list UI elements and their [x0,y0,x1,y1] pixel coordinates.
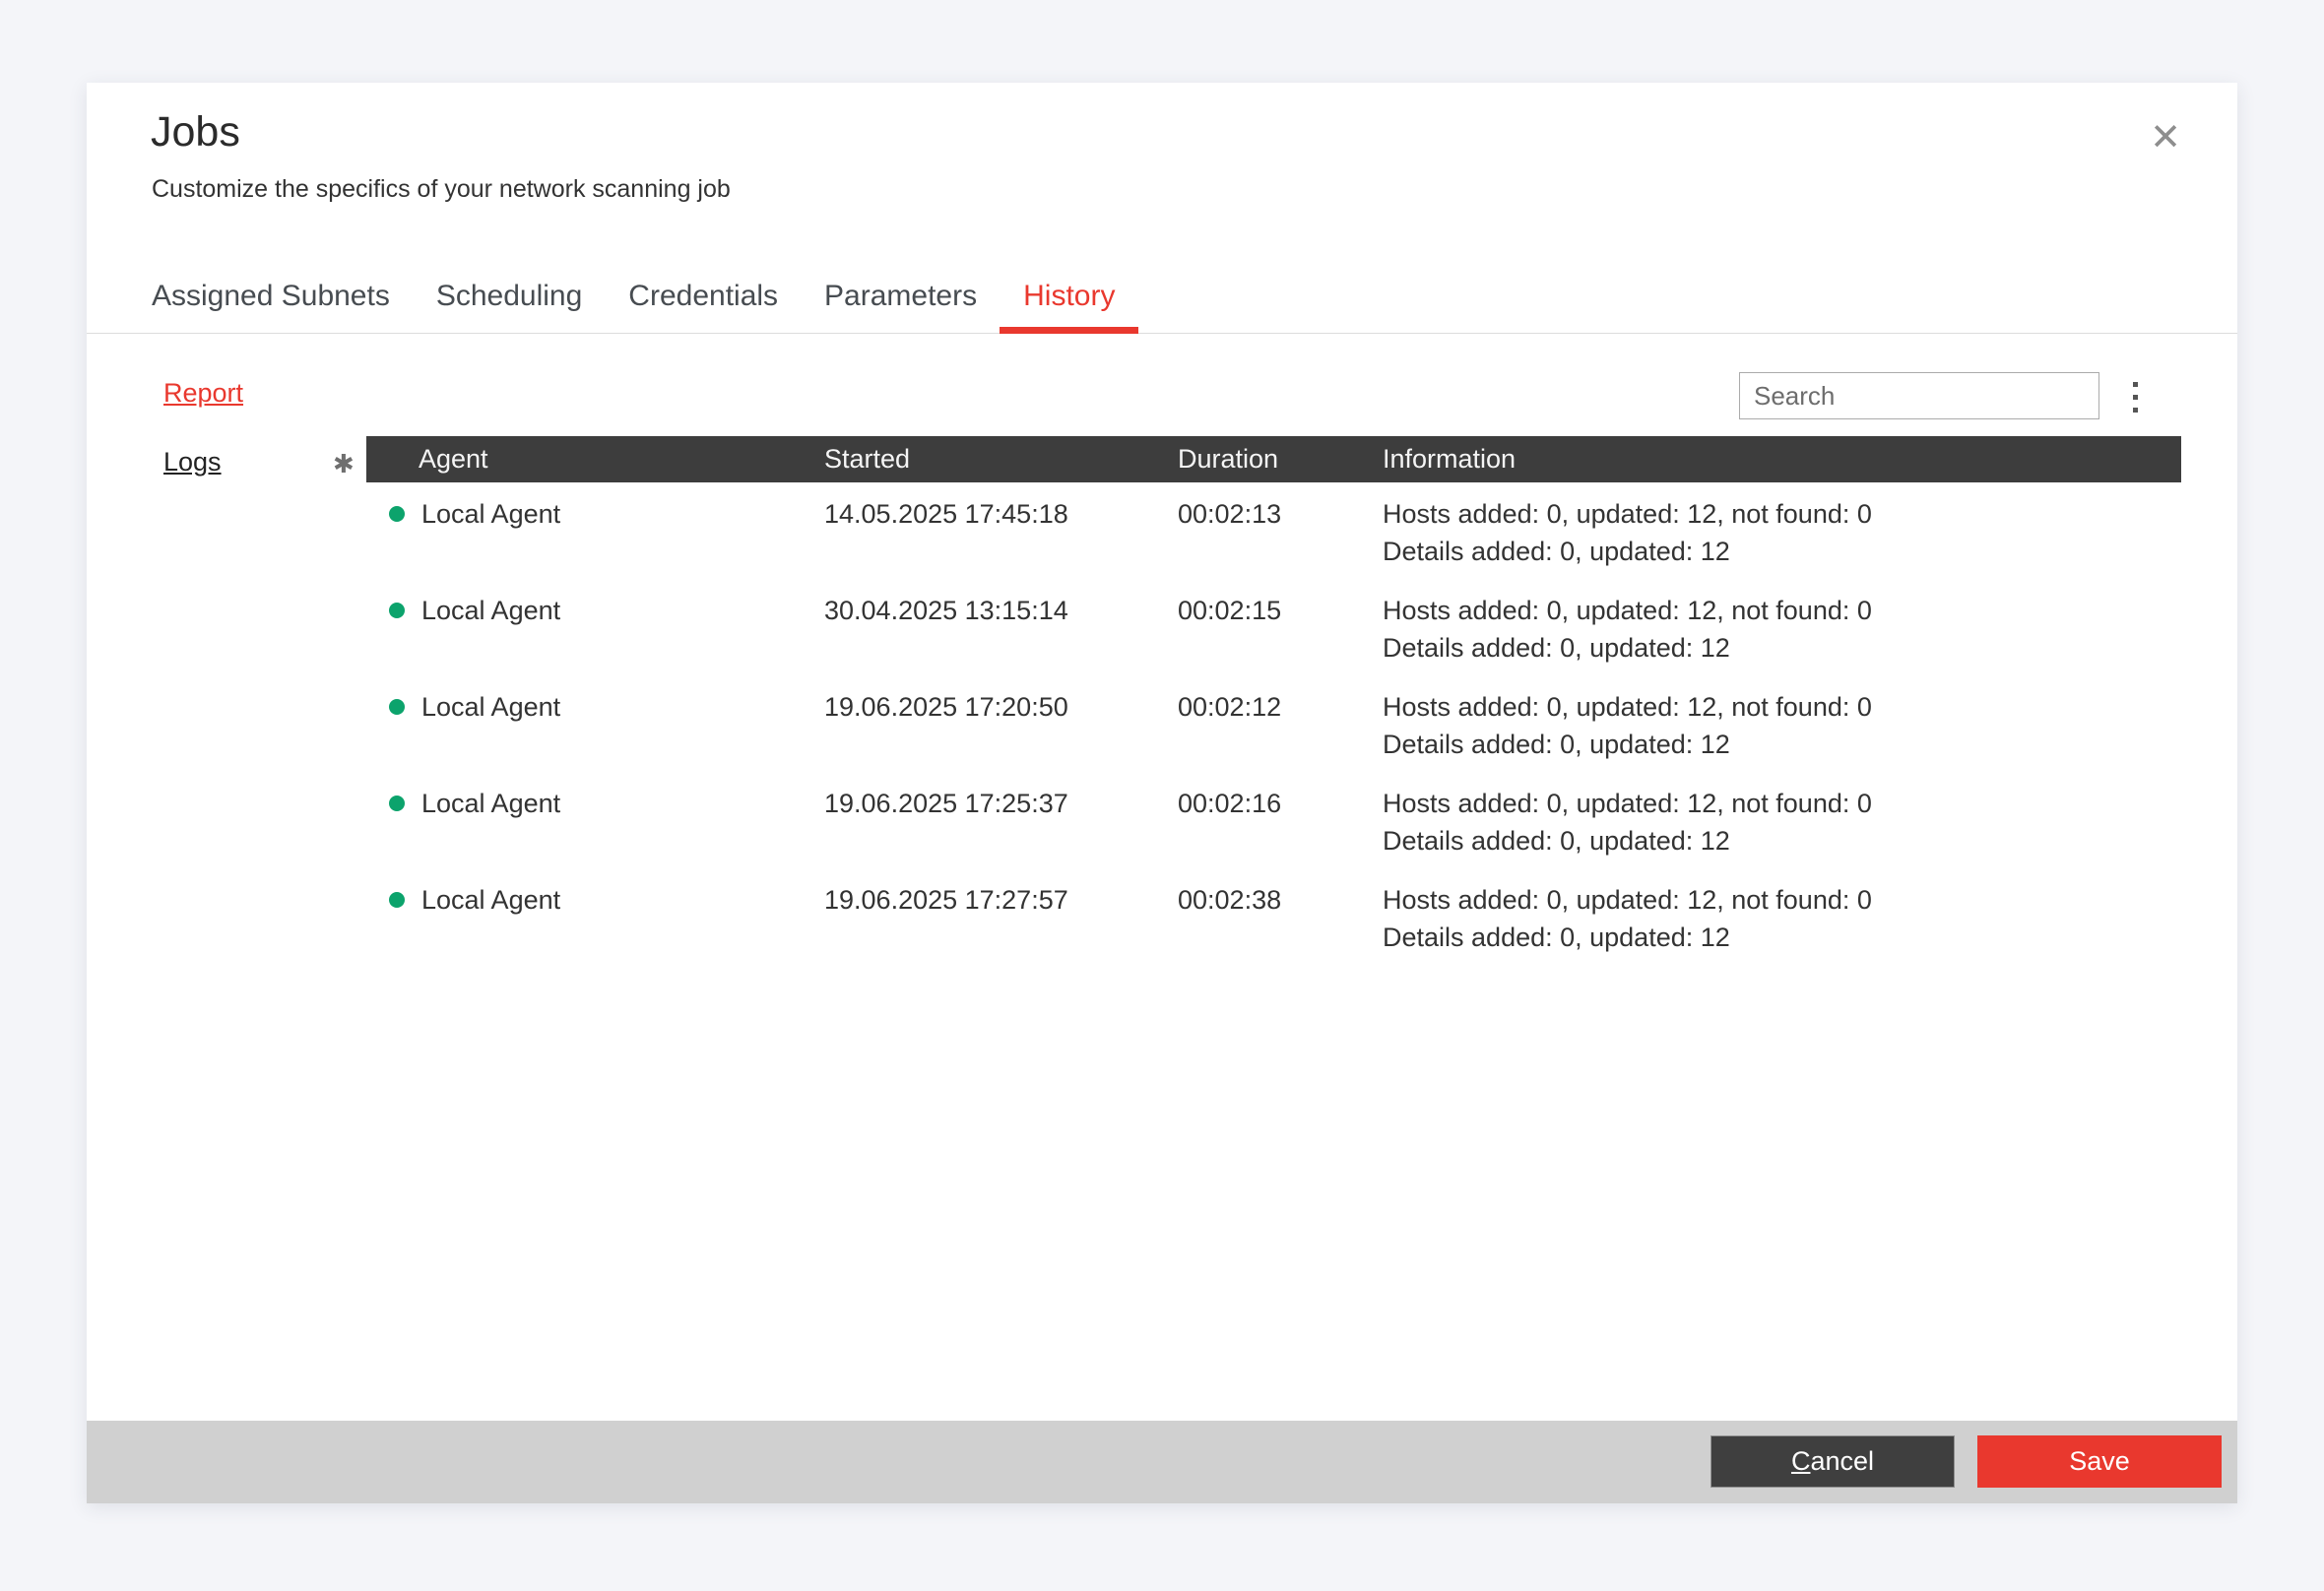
agent-cell: Local Agent [366,688,824,763]
tab-parameters[interactable]: Parameters [824,272,977,333]
duration-cell: 00:02:16 [1178,785,1383,859]
agent-name: Local Agent [421,592,560,629]
agent-cell: Local Agent [366,592,824,667]
agent-name: Local Agent [421,688,560,726]
column-header-agent[interactable]: Agent [366,436,824,482]
tab-label: Scheduling [436,280,582,312]
page-subtitle: Customize the specifics of your network … [152,175,731,204]
information-cell: Hosts added: 0, updated: 12, not found: … [1383,881,2181,956]
info-line-2: Details added: 0, updated: 12 [1383,726,2181,763]
started-cell: 30.04.2025 13:15:14 [824,592,1178,667]
started-cell: 14.05.2025 17:45:18 [824,495,1178,570]
agent-name: Local Agent [421,881,560,919]
agent-name: Local Agent [421,495,560,533]
info-line-1: Hosts added: 0, updated: 12, not found: … [1383,785,2181,822]
duration-cell: 00:02:12 [1178,688,1383,763]
duration-cell: 00:02:13 [1178,495,1383,570]
information-cell: Hosts added: 0, updated: 12, not found: … [1383,785,2181,859]
tab-scheduling[interactable]: Scheduling [436,272,582,333]
close-icon[interactable]: ✕ [2143,114,2188,159]
tab-label: Assigned Subnets [152,280,390,312]
info-line-1: Hosts added: 0, updated: 12, not found: … [1383,688,2181,726]
started-cell: 19.06.2025 17:20:50 [824,688,1178,763]
kebab-menu-icon[interactable] [2121,374,2149,419]
info-line-2: Details added: 0, updated: 12 [1383,533,2181,570]
save-button[interactable]: Save [1977,1435,2222,1488]
duration-cell: 00:02:38 [1178,881,1383,956]
column-pin-icon[interactable]: ✱ [333,449,355,479]
duration-cell: 00:02:15 [1178,592,1383,667]
status-success-dot-icon [389,796,405,811]
table-body: Local Agent 14.05.2025 17:45:18 00:02:13… [366,482,2181,956]
cancel-button[interactable]: Cancel [1711,1435,1955,1488]
report-link[interactable]: Report [163,378,243,409]
started-cell: 19.06.2025 17:27:57 [824,881,1178,956]
table-row[interactable]: Local Agent 19.06.2025 17:25:37 00:02:16… [366,772,2181,859]
cancel-accelerator: C [1791,1446,1811,1476]
information-cell: Hosts added: 0, updated: 12, not found: … [1383,688,2181,763]
tab-label: History [1023,280,1115,312]
table-row[interactable]: Local Agent 19.06.2025 17:27:57 00:02:38… [366,868,2181,956]
status-success-dot-icon [389,506,405,522]
agent-cell: Local Agent [366,881,824,956]
agent-name: Local Agent [421,785,560,822]
information-cell: Hosts added: 0, updated: 12, not found: … [1383,495,2181,570]
page-title: Jobs [151,108,240,157]
tab-credentials[interactable]: Credentials [628,272,778,333]
search-input[interactable] [1739,372,2099,419]
column-header-duration[interactable]: Duration [1178,436,1383,482]
footer-bar: Cancel Save [87,1421,2237,1503]
tab-label: Parameters [824,280,977,312]
table-header: Agent Started Duration Information [366,436,2181,482]
tab-history[interactable]: History [1023,272,1115,333]
tab-bar: Assigned Subnets Scheduling Credentials Par… [87,272,2237,334]
agent-cell: Local Agent [366,785,824,859]
history-table: Agent Started Duration Information Local… [366,436,2181,965]
status-success-dot-icon [389,603,405,618]
cancel-label: ancel [1810,1446,1874,1476]
save-label: Save [2069,1446,2130,1477]
jobs-dialog: Jobs Customize the specifics of your net… [87,83,2237,1503]
started-cell: 19.06.2025 17:25:37 [824,785,1178,859]
info-line-2: Details added: 0, updated: 12 [1383,629,2181,667]
status-success-dot-icon [389,699,405,715]
table-row[interactable]: Local Agent 30.04.2025 13:15:14 00:02:15… [366,579,2181,667]
agent-cell: Local Agent [366,495,824,570]
column-header-started[interactable]: Started [824,436,1178,482]
info-line-1: Hosts added: 0, updated: 12, not found: … [1383,592,2181,629]
column-header-information[interactable]: Information [1383,436,2181,482]
info-line-1: Hosts added: 0, updated: 12, not found: … [1383,881,2181,919]
tab-assigned-subnets[interactable]: Assigned Subnets [152,272,390,333]
info-line-2: Details added: 0, updated: 12 [1383,822,2181,859]
info-line-2: Details added: 0, updated: 12 [1383,919,2181,956]
logs-link[interactable]: Logs [163,447,222,477]
desktop-background: Jobs Customize the specifics of your net… [0,0,2324,1591]
tab-label: Credentials [628,280,778,312]
info-line-1: Hosts added: 0, updated: 12, not found: … [1383,495,2181,533]
status-success-dot-icon [389,892,405,908]
information-cell: Hosts added: 0, updated: 12, not found: … [1383,592,2181,667]
table-row[interactable]: Local Agent 19.06.2025 17:20:50 00:02:12… [366,675,2181,763]
table-row[interactable]: Local Agent 14.05.2025 17:45:18 00:02:13… [366,482,2181,570]
